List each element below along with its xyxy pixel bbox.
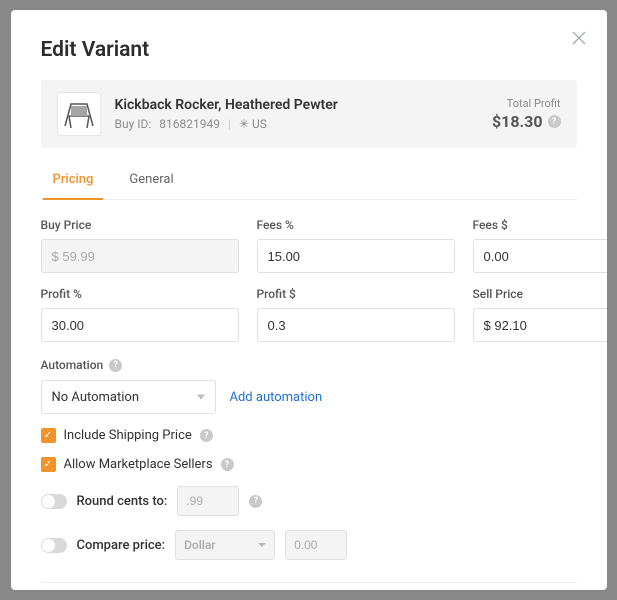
add-automation-link[interactable]: Add automation (230, 390, 323, 405)
fees-dollar-label: Fees $ (473, 218, 607, 232)
profit-dollar-label: Profit $ (257, 287, 455, 301)
product-info: Kickback Rocker, Heathered Pewter Buy ID… (115, 97, 492, 131)
fees-dollar-input[interactable] (473, 239, 607, 273)
automation-selected: No Automation (52, 390, 140, 405)
profit-amount: $18.30 (492, 112, 543, 131)
profit-value: $18.30 ? (492, 112, 561, 131)
help-icon[interactable]: ? (548, 115, 561, 128)
meta-divider: | (228, 117, 231, 131)
round-cents-toggle[interactable] (41, 494, 67, 509)
buy-price-input (41, 239, 239, 273)
automation-label-row: Automation ? (41, 358, 577, 372)
field-profit-dollar: Profit $ (257, 287, 455, 342)
sell-price-label: Sell Price (473, 287, 607, 301)
compare-unit-value: Dollar (184, 538, 215, 552)
tab-pricing[interactable]: Pricing (49, 162, 98, 199)
field-buy-price: Buy Price (41, 218, 239, 273)
help-icon[interactable]: ? (249, 495, 262, 508)
automation-select[interactable]: No Automation (41, 380, 216, 414)
product-thumbnail (57, 92, 101, 136)
buy-id-value: 816821949 (159, 117, 220, 131)
help-icon[interactable]: ? (109, 359, 122, 372)
automation-controls: No Automation Add automation (41, 380, 577, 414)
edit-variant-modal: Edit Variant Kickback Rocker, Heathered … (11, 10, 607, 590)
flag-icon: ✳ (239, 117, 249, 131)
product-name: Kickback Rocker, Heathered Pewter (115, 97, 492, 113)
round-cents-row: Round cents to: ? (41, 486, 577, 516)
compare-price-row: Compare price: Dollar (41, 530, 577, 560)
round-cents-label: Round cents to: (77, 494, 168, 509)
tab-general[interactable]: General (125, 162, 177, 199)
field-sell-price: Sell Price (473, 287, 607, 342)
buy-price-label: Buy Price (41, 218, 239, 232)
allow-marketplace-checkbox[interactable]: ✓ (41, 457, 56, 472)
include-shipping-checkbox[interactable]: ✓ (41, 428, 56, 443)
fees-pct-input[interactable] (257, 239, 455, 273)
product-meta: Buy ID: 816821949 | ✳ US (115, 117, 492, 131)
profit-block: Total Profit $18.30 ? (492, 97, 561, 131)
country-indicator: ✳ US (239, 117, 267, 131)
allow-marketplace-row: ✓ Allow Marketplace Sellers ? (41, 457, 577, 472)
compare-unit-select[interactable]: Dollar (175, 530, 275, 560)
compare-price-toggle[interactable] (41, 538, 67, 553)
include-shipping-row: ✓ Include Shipping Price ? (41, 428, 577, 443)
profit-pct-label: Profit % (41, 287, 239, 301)
profit-label: Total Profit (492, 97, 561, 110)
profit-pct-input[interactable] (41, 308, 239, 342)
include-shipping-label: Include Shipping Price (64, 428, 192, 443)
allow-marketplace-label: Allow Marketplace Sellers (64, 457, 213, 472)
compare-price-label: Compare price: (77, 538, 166, 553)
close-icon (572, 31, 586, 45)
modal-title: Edit Variant (41, 38, 577, 62)
buy-id-label: Buy ID: (115, 117, 152, 131)
country-code: US (252, 117, 267, 131)
fees-pct-label: Fees % (257, 218, 455, 232)
product-header: Kickback Rocker, Heathered Pewter Buy ID… (41, 80, 577, 148)
profit-dollar-input[interactable] (257, 308, 455, 342)
tabs: Pricing General (41, 162, 577, 200)
form-grid: Buy Price Fees % Fees $ Profit % Profit … (41, 218, 577, 342)
help-icon[interactable]: ? (221, 458, 234, 471)
automation-label: Automation (41, 358, 104, 372)
automation-section: Automation ? No Automation Add automatio… (41, 358, 577, 414)
field-fees-pct: Fees % (257, 218, 455, 273)
help-icon[interactable]: ? (200, 429, 213, 442)
field-profit-pct: Profit % (41, 287, 239, 342)
close-button[interactable] (569, 28, 589, 48)
field-fees-dollar: Fees $ (473, 218, 607, 273)
compare-value-input (285, 530, 347, 560)
chair-icon (59, 94, 99, 134)
sell-price-input[interactable] (473, 308, 607, 342)
round-cents-input (177, 486, 239, 516)
modal-footer: Save (41, 582, 577, 590)
